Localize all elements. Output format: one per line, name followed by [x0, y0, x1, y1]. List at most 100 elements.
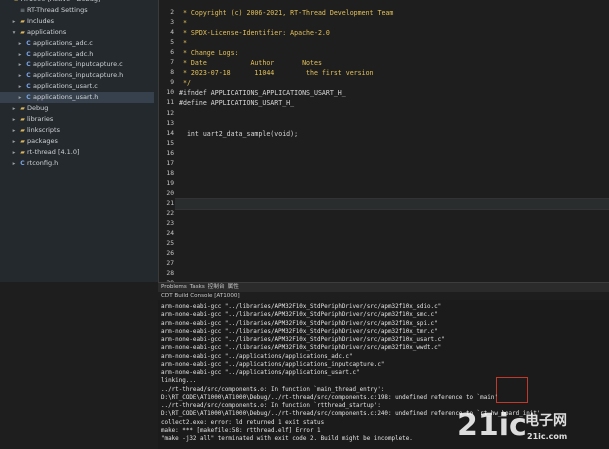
svg-text:21ic.com: 21ic.com [527, 432, 567, 441]
line-number: 23 [166, 220, 174, 228]
tree-item[interactable]: ▸ ▰ Debug [0, 103, 154, 114]
tree-item[interactable]: ▸ ▰ Includes [0, 16, 154, 27]
tree-item[interactable]: ▸ ▰ rt-thread [4.1.0] [0, 147, 154, 158]
h-file-icon: C [26, 50, 31, 58]
tab-properties[interactable]: 属性 [228, 284, 239, 290]
code-line: * Date Author Notes [179, 59, 322, 68]
line-number: 21 [166, 199, 174, 207]
code-line: * [179, 39, 187, 48]
console-line: arm-none-eabi-gcc "../libraries/APM32F10… [161, 345, 442, 352]
folder-icon: ▰ [20, 105, 25, 112]
tree-item-label: linkscripts [27, 125, 60, 134]
tab-console[interactable]: 控制台 [208, 284, 225, 290]
svg-text:电子网: 电子网 [525, 412, 567, 429]
tree-item[interactable]: ▸ Capplications_inputcapture.c [0, 59, 154, 70]
line-number: 2 [170, 9, 174, 16]
code-line: * Copyright (c) 2006-2021, RT-Thread Dev… [179, 9, 394, 17]
line-number: 18 [166, 169, 174, 177]
tree-item-label: rtconfig.h [27, 158, 59, 167]
line-number: 24 [166, 230, 174, 238]
code-line: #define APPLICATIONS_USART_H_ [179, 99, 295, 108]
line-number: 17 [166, 159, 174, 167]
tree-item-label: applications_inputcapture.h [33, 71, 124, 80]
console-line: arm-none-eabi-gcc "../libraries/APM32F10… [161, 320, 438, 327]
console-line: ../rt-thread/src/components.o: In functi… [161, 403, 381, 409]
line-number: 12 [166, 109, 174, 117]
collapsed-chevron-icon[interactable]: ▸ [10, 159, 18, 170]
folder-icon: ▰ [20, 126, 25, 134]
tree-item-label: RT-Thread Settings [27, 5, 88, 14]
folder-icon: ▰ [20, 148, 25, 156]
h-file-icon: C [20, 159, 25, 167]
code-line: * Change Logs: [179, 49, 239, 58]
line-number: 11 [166, 99, 174, 107]
line-number: 15 [166, 139, 174, 147]
h-file-icon: C [26, 72, 31, 80]
line-number: 4 [170, 29, 174, 37]
tab-problems[interactable]: Problems [161, 284, 187, 290]
tree-item-label: applications_inputcapture.c [33, 60, 123, 69]
line-number: 5 [170, 39, 174, 47]
code-line: #ifndef APPLICATIONS_APPLICATIONS_USART_… [179, 89, 346, 98]
tree-item[interactable]: ▸ ▰ packages [0, 136, 154, 147]
tree-item[interactable]: ▸ Capplications_usart.c [0, 81, 154, 92]
console-line: ../rt-thread/src/components.o: In functi… [161, 386, 385, 393]
tree-item-label: rt-thread [4.1.0] [27, 147, 80, 156]
current-line-highlight [175, 198, 609, 210]
line-number: 16 [166, 149, 174, 157]
tree-item[interactable]: ▸ Crtconfig.h [0, 158, 154, 169]
code-line: * 2023-07-18 11044 the first version [179, 69, 374, 78]
tree-item[interactable]: ▸ Capplications_adc.c [0, 38, 154, 49]
svg-text:21ic: 21ic [457, 408, 527, 443]
tree-item[interactable]: ▸ ▰ libraries [0, 114, 154, 125]
console-line: arm-none-eabi-gcc "../libraries/APM32F10… [161, 312, 438, 319]
tab-tasks[interactable]: Tasks [190, 284, 205, 290]
line-number: 26 [166, 250, 174, 258]
line-number: 14 [166, 129, 174, 137]
console-line: linking... [161, 378, 197, 385]
tree-item[interactable]: ▸ Capplications_inputcapture.h [0, 70, 154, 81]
error-highlight-box [496, 377, 528, 403]
tree-item-label: libraries [27, 114, 54, 123]
line-number: 6 [170, 49, 174, 57]
tree-item[interactable]: ▸ Capplications_adc.h [0, 49, 154, 60]
console-line: arm-none-eabi-gcc "../libraries/APM32F10… [161, 304, 442, 310]
settings-icon: ≡ [19, 6, 26, 14]
folder-icon: ▰ [20, 137, 25, 145]
tree-item-label: applications_usart.c [33, 82, 98, 91]
console-title: CDT Build Console [AT1000] [158, 292, 609, 300]
project-explorer: ▰ AT1000 [Active - Debug] ≡RT-Thread Setti… [0, 0, 159, 282]
c-file-icon: C [26, 83, 31, 91]
tree-item-label: applications_usart.h [33, 93, 99, 102]
line-number: 28 [166, 270, 174, 278]
line-number: 20 [166, 189, 174, 197]
line-number: 22 [166, 210, 174, 217]
code-line: * [179, 19, 187, 28]
tree-item[interactable]: ▸ ▰ linkscripts [0, 125, 154, 136]
c-file-icon: C [26, 39, 31, 47]
line-number: 13 [166, 119, 174, 127]
folder-icon: ▰ [20, 28, 25, 36]
tree-item[interactable]: ▸ Capplications_usart.h [0, 92, 154, 104]
line-number: 19 [166, 179, 174, 187]
tree-item-label: applications_adc.h [33, 49, 94, 58]
c-file-icon: C [26, 61, 31, 69]
console-line: make: *** [makefile:58: rtthread.elf] Er… [161, 427, 321, 434]
code-line: */ [179, 79, 191, 88]
console-line: arm-none-eabi-gcc "../libraries/APM32F10… [161, 328, 438, 335]
tree-item[interactable]: ≡ RT-Thread Settings [0, 5, 154, 16]
console-line: arm-none-eabi-gcc "../applications/appli… [161, 353, 353, 360]
line-number: 25 [166, 240, 174, 248]
tree-item-label: Includes [27, 16, 55, 25]
tree-item-label: applications_adc.c [33, 38, 93, 47]
tree-item[interactable]: ▾ ▰ applications [0, 27, 154, 38]
console-line: arm-none-eabi-gcc "../applications/appli… [161, 361, 385, 368]
tree-item-label: packages [27, 136, 58, 145]
code-editor[interactable]: 2 3 4 5 6 7 8 9 10 11 12 13 14 15 16 17 18 19 20 21 22 23 24 25… [159, 0, 609, 282]
console-line: D:\RT_CODE\AT1000\AT1000\Debug/../rt-thr… [161, 394, 498, 401]
code-line: * SPDX-License-Identifier: Apache-2.0 [179, 29, 330, 38]
tree-item-label: AT1000 [Active - Debug] [21, 0, 101, 3]
console-line: "make -j32 all" terminated with exit cod… [161, 436, 413, 442]
console-tab-bar: Problems Tasks 控制台 属性 [158, 282, 609, 292]
line-number: 10 [166, 89, 174, 97]
